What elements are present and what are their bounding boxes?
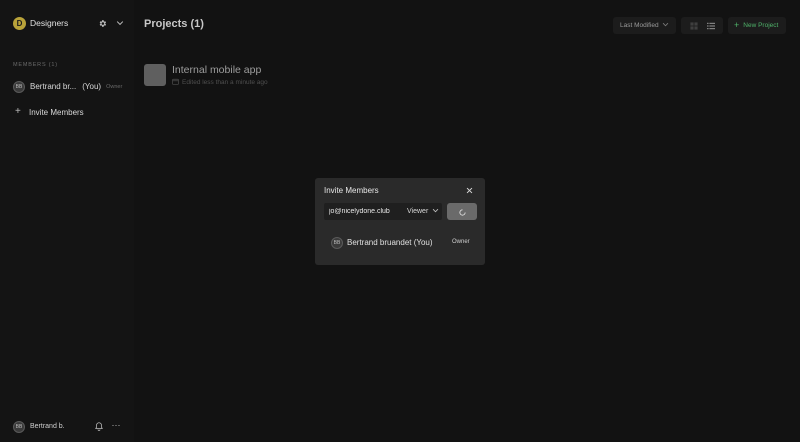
invite-members-link[interactable]: + Invite Members xyxy=(15,106,84,118)
project-edited-text: Edited less than a minute ago xyxy=(182,79,268,86)
member-name: Bertrand bruandet (You) xyxy=(347,238,433,247)
member-role: Owner xyxy=(106,83,123,90)
new-project-label: New Project xyxy=(743,22,779,29)
calendar-icon xyxy=(172,78,179,87)
project-name: Internal mobile app xyxy=(172,64,262,76)
role-select-label: Viewer xyxy=(407,208,429,215)
list-view-icon[interactable] xyxy=(705,20,717,32)
more-dots-icon[interactable]: ··· xyxy=(111,420,121,433)
modal-title: Invite Members xyxy=(324,186,379,195)
member-you-label: (You) xyxy=(82,82,102,91)
modal-member-row: BB Bertrand bruandet (You) Owner xyxy=(331,236,476,249)
team-avatar: D xyxy=(13,16,26,30)
sort-dropdown[interactable]: Last Modified xyxy=(613,17,676,34)
avatar: BB xyxy=(13,80,25,93)
chevron-down-icon[interactable] xyxy=(114,16,126,30)
send-invite-button[interactable] xyxy=(447,203,477,220)
chevron-down-icon xyxy=(432,207,439,216)
settings-gear-icon[interactable] xyxy=(96,16,108,30)
new-project-button[interactable]: + New Project xyxy=(728,17,786,34)
team-switcher[interactable]: D Designers xyxy=(13,16,128,30)
plus-icon: + xyxy=(15,106,21,117)
members-heading: MEMBERS (1) xyxy=(13,62,58,68)
project-thumbnail xyxy=(144,64,166,86)
member-name: Bertrand br... xyxy=(30,82,77,91)
invite-members-modal: Invite Members Viewer BB Bertrand bruand… xyxy=(315,178,485,265)
view-toggle xyxy=(681,17,723,34)
close-icon[interactable] xyxy=(464,185,474,195)
avatar: BB xyxy=(13,420,25,433)
grid-view-icon[interactable] xyxy=(688,20,700,32)
sort-label: Last Modified xyxy=(620,22,659,29)
current-user[interactable]: BB Bertrand b. ··· xyxy=(13,420,128,433)
member-role: Owner xyxy=(452,239,470,245)
role-select[interactable]: Viewer xyxy=(407,203,441,220)
sidebar: D Designers MEMBERS (1) BB Bertrand br..… xyxy=(0,0,134,442)
project-meta: Edited less than a minute ago xyxy=(172,78,268,87)
bell-icon[interactable] xyxy=(94,420,104,433)
sidebar-member-item[interactable]: BB Bertrand br... (You) Owner xyxy=(13,80,128,93)
avatar: BB xyxy=(331,236,343,249)
project-card[interactable]: Internal mobile app Edited less than a m… xyxy=(144,63,344,87)
invite-members-label: Invite Members xyxy=(29,107,84,117)
plus-icon: + xyxy=(734,20,740,30)
page-title: Projects (1) xyxy=(144,18,204,30)
current-user-name: Bertrand b. xyxy=(30,423,65,430)
chevron-down-icon xyxy=(662,21,669,30)
loading-spinner-icon xyxy=(458,203,466,221)
team-name: Designers xyxy=(30,18,69,28)
